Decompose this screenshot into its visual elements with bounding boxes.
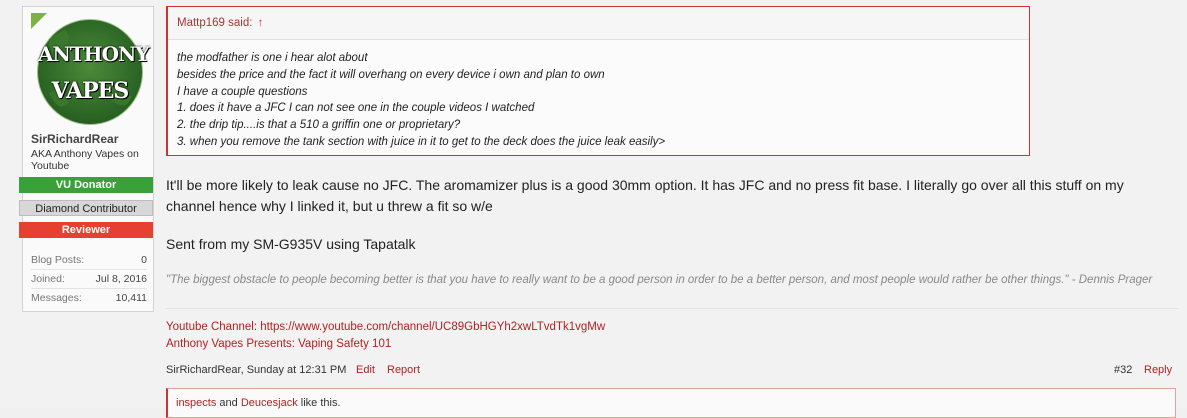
stat-value[interactable]: 0 <box>141 251 147 269</box>
avatar-logo-bottom: VAPES <box>51 78 130 104</box>
quote-body: the modfather is one i hear alot about b… <box>168 40 1029 151</box>
quote-line: besides the price and the fact it will o… <box>177 68 605 81</box>
signature-divider <box>166 308 1178 309</box>
online-indicator <box>31 13 47 29</box>
stat-joined: Joined: Jul 8, 2016 <box>31 270 147 289</box>
likes-suffix-text: like this. <box>300 397 341 409</box>
likes-and-text: and <box>219 397 238 409</box>
avatar-logo-top: ANTHONY <box>38 42 150 66</box>
likes-summary: inspects and Deucesjack like this. <box>166 388 1176 418</box>
like-user-link[interactable]: Deucesjack <box>241 397 298 409</box>
quote-author[interactable]: Mattp169 said: <box>177 17 252 29</box>
stat-label: Messages: <box>31 292 82 304</box>
forum-post: ANTHONY VAPES SirRichardRear AKA Anthony… <box>0 0 1187 418</box>
stat-blog-posts: Blog Posts: 0 <box>31 251 147 270</box>
quote-line: 3. when you remove the tank section with… <box>177 135 666 148</box>
signature-quote: "The biggest obstacle to people becoming… <box>166 274 1153 286</box>
quote-header[interactable]: Mattp169 said: ↑ <box>168 7 1029 40</box>
vaping-safety-link[interactable]: Anthony Vapes Presents: Vaping Safety 10… <box>166 338 391 350</box>
stat-label: Joined: <box>31 273 65 285</box>
reply-link[interactable]: Reply <box>1144 364 1172 376</box>
avatar-link[interactable]: ANTHONY VAPES <box>31 13 150 129</box>
user-stats: Blog Posts: 0 Joined: Jul 8, 2016 Messag… <box>31 251 147 307</box>
youtube-channel-link[interactable]: Youtube Channel: https://www.youtube.com… <box>166 321 605 333</box>
quote-block: Mattp169 said: ↑ the modfather is one i … <box>166 6 1030 156</box>
stat-value[interactable]: 10,411 <box>116 289 147 307</box>
message-text: It'll be more likely to leak cause no JF… <box>166 177 1124 214</box>
quote-line: 1. does it have a JFC I can not see one … <box>177 102 535 115</box>
banner-vu-donator: VU Donator <box>19 177 153 193</box>
quote-line: I have a couple questions <box>177 85 308 98</box>
report-link[interactable]: Report <box>387 364 420 376</box>
stat-value: Jul 8, 2016 <box>95 273 147 285</box>
stat-messages: Messages: 10,411 <box>31 289 147 307</box>
quote-line: 2. the drip tip....is that a 510 a griff… <box>177 119 461 132</box>
username[interactable]: SirRichardRear <box>31 132 118 146</box>
edit-link[interactable]: Edit <box>356 364 375 376</box>
like-user-link[interactable]: inspects <box>176 397 216 409</box>
stat-label: Blog Posts: <box>31 254 85 266</box>
avatar[interactable]: ANTHONY VAPES <box>37 19 150 125</box>
user-info-panel: ANTHONY VAPES SirRichardRear AKA Anthony… <box>19 6 154 312</box>
post-author-time[interactable]: SirRichardRear, Sunday at 12:31 PM <box>166 364 346 376</box>
post-footer: SirRichardRear, Sunday at 12:31 PM Edit … <box>166 364 1176 378</box>
post-number[interactable]: #32 <box>1114 364 1132 376</box>
jump-to-quote-icon[interactable]: ↑ <box>258 17 264 29</box>
user-title: AKA Anthony Vapes on Youtube <box>31 148 139 172</box>
banner-diamond-contributor: Diamond Contributor <box>19 200 153 216</box>
quote-line: the modfather is one i hear alot about <box>177 52 368 64</box>
banner-reviewer: Reviewer <box>19 222 153 238</box>
sent-from-text: Sent from my SM-G935V using Tapatalk <box>166 236 416 252</box>
